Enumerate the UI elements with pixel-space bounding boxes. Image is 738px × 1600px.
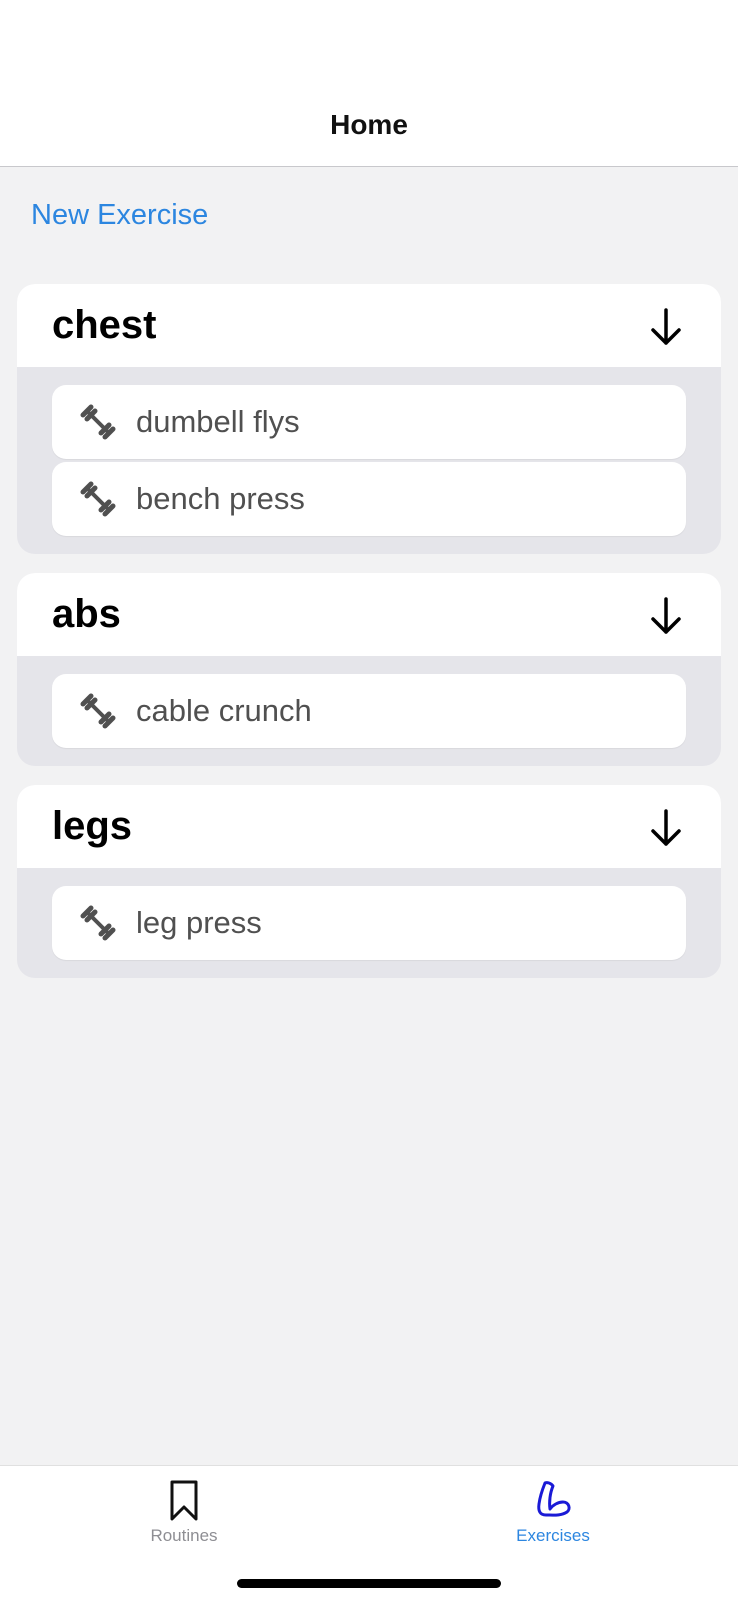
exercise-name: leg press [136,905,262,940]
exercise-name: bench press [136,481,305,516]
exercise-name: cable crunch [136,693,312,728]
group-items: cable crunch [17,656,721,766]
arrow-down-icon[interactable] [649,808,683,848]
group-header-chest[interactable]: chest [17,284,721,367]
exercise-name: dumbell flys [136,404,300,439]
group-items: dumbell flys bench press [17,367,721,554]
home-indicator[interactable] [237,1579,501,1588]
group-items: leg press [17,868,721,978]
list-item[interactable]: cable crunch [52,674,686,748]
status-bar-area [0,0,738,100]
navigation-bar: Home [0,100,738,167]
tab-routines[interactable]: Routines [104,1478,264,1546]
bicep-icon [537,1481,571,1517]
list-item[interactable]: leg press [52,886,686,960]
group-title: legs [52,804,133,848]
dumbbell-icon [80,404,116,440]
list-item[interactable]: dumbell flys [52,385,686,459]
tab-label: Routines [150,1526,218,1545]
dumbbell-icon [80,693,116,729]
group-header-abs[interactable]: abs [17,573,721,656]
bookmark-icon [170,1480,198,1521]
exercise-group-legs: legs leg press [17,785,721,978]
list-item[interactable]: bench press [52,462,686,536]
dumbbell-icon [80,905,116,941]
group-header-legs[interactable]: legs [17,785,721,868]
page-title: Home [330,109,408,140]
arrow-down-icon[interactable] [649,596,683,636]
arrow-down-icon[interactable] [649,307,683,347]
group-title: chest [52,303,157,347]
exercise-group-chest: chest dumbell flys bench press [17,284,721,554]
group-title: abs [52,592,121,636]
exercise-group-abs: abs cable crunch [17,573,721,766]
tab-label: Exercises [516,1526,590,1545]
dumbbell-icon [80,481,116,517]
tab-exercises[interactable]: Exercises [473,1478,633,1546]
new-exercise-button[interactable]: New Exercise [31,199,208,232]
